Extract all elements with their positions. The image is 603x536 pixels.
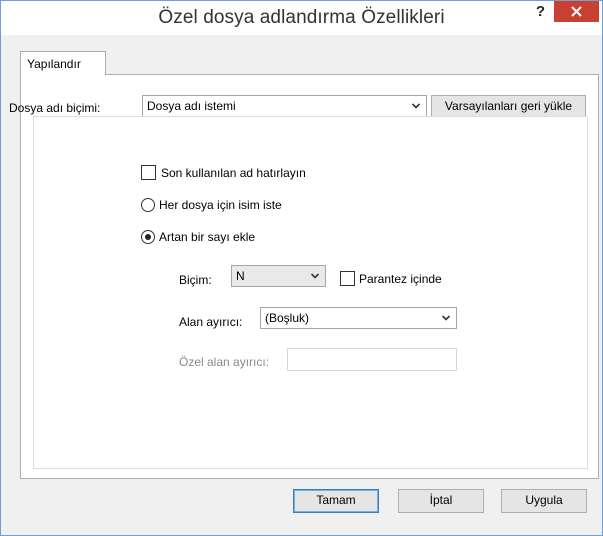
chevron-down-icon xyxy=(411,103,421,109)
separator-value: (Boşluk) xyxy=(265,311,310,325)
remember-last-checkbox[interactable] xyxy=(141,165,156,180)
custom-separator-label: Özel alan ayırıcı: xyxy=(179,355,270,369)
ok-button[interactable]: Tamam xyxy=(293,489,379,513)
format-value: N xyxy=(236,269,245,283)
radio-selected-dot xyxy=(145,234,151,240)
format-label: Biçim: xyxy=(179,273,212,287)
help-button[interactable]: ? xyxy=(528,2,553,24)
filename-format-select[interactable]: Dosya adı istemi xyxy=(142,95,427,117)
options-group: Son kullanılan ad hatırlayın Her dosya i… xyxy=(33,116,588,469)
parentheses-label[interactable]: Parantez içinde xyxy=(359,272,442,286)
separator-label: Alan ayırıcı: xyxy=(179,315,243,329)
close-icon xyxy=(571,6,582,17)
ask-each-file-radio[interactable] xyxy=(141,198,155,212)
separator-select[interactable]: (Boşluk) xyxy=(260,307,457,329)
apply-button[interactable]: Uygula xyxy=(501,489,587,513)
remember-last-label[interactable]: Son kullanılan ad hatırlayın xyxy=(161,166,306,180)
chevron-down-icon xyxy=(310,273,320,279)
dialog-window: Özel dosya adlandırma Özellikleri ? Yapı… xyxy=(0,0,603,536)
add-increment-radio[interactable] xyxy=(141,230,155,244)
add-increment-label[interactable]: Artan bir sayı ekle xyxy=(159,230,255,244)
parentheses-checkbox[interactable] xyxy=(340,271,355,286)
chevron-down-icon xyxy=(441,315,451,321)
custom-separator-input[interactable] xyxy=(287,348,457,371)
filename-format-value: Dosya adı istemi xyxy=(147,99,236,113)
cancel-button[interactable]: İptal xyxy=(398,489,484,513)
title-bar[interactable]: Özel dosya adlandırma Özellikleri ? xyxy=(1,1,602,35)
close-button[interactable] xyxy=(554,1,599,22)
tab-configure[interactable]: Yapılandır xyxy=(20,51,106,75)
tab-panel-configure: Dosya adı biçimi: Dosya adı istemi Varsa… xyxy=(9,74,599,479)
filename-format-label: Dosya adı biçimi: xyxy=(9,101,101,115)
ask-each-file-label[interactable]: Her dosya için isim iste xyxy=(159,198,282,212)
window-title: Özel dosya adlandırma Özellikleri xyxy=(158,7,445,28)
format-select[interactable]: N xyxy=(231,265,326,287)
